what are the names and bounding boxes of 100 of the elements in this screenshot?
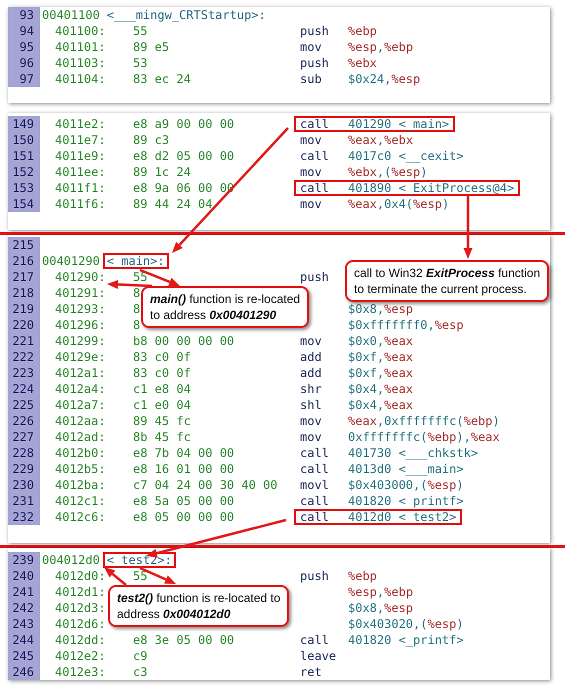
instruction-operands: $0x403020,(%esp) xyxy=(348,618,464,630)
code-address: 4012b5: xyxy=(55,461,106,477)
line-number: 221 xyxy=(8,333,40,349)
instruction-mnemonic: call xyxy=(300,150,329,162)
code-address: 4011e9: xyxy=(55,148,106,164)
instruction-mnemonic: mov xyxy=(300,415,322,427)
instruction-operands: %eax,0xfffffffc(%ebp) xyxy=(348,415,500,427)
code-address: 4012c6: xyxy=(55,509,106,525)
instruction-operands: $0x8,%esp xyxy=(348,303,414,315)
instruction-operands: %eax,%ebx xyxy=(348,134,414,146)
instruction-operands: 4013d0 <___main> xyxy=(348,463,464,475)
byte-codes: 89 c3 xyxy=(133,132,170,148)
code-address: 401103: xyxy=(55,55,106,71)
instruction-operands: %esp,%ebp xyxy=(348,586,414,598)
code-address: 4012e3: xyxy=(55,664,106,680)
code-address: 401100: xyxy=(55,23,106,39)
line-number: 149 xyxy=(8,116,40,132)
line-number: 97 xyxy=(8,71,40,87)
byte-codes: c9 xyxy=(133,648,148,664)
instruction-operands: 401730 <___chkstk> xyxy=(348,447,478,459)
instruction-operands: %ebx,(%esp) xyxy=(348,166,428,178)
instruction-mnemonic: mov xyxy=(300,166,322,178)
code-address: 401296: xyxy=(55,317,106,333)
code-address: 4012e2: xyxy=(55,648,106,664)
instruction-mnemonic: mov xyxy=(300,198,322,210)
instruction-operands: $0x8,%esp xyxy=(348,602,414,614)
byte-codes: e8 7b 04 00 00 xyxy=(133,445,234,461)
instruction-operands: $0x24,%esp xyxy=(348,73,420,85)
line-number: 95 xyxy=(8,39,40,55)
instruction-mnemonic: ret xyxy=(300,666,322,678)
line-number: 246 xyxy=(8,664,40,680)
line-number: 228 xyxy=(8,445,40,461)
byte-codes: e8 d2 05 00 00 xyxy=(133,148,234,164)
label-address: 00401100 xyxy=(42,7,100,23)
instruction-operands: %esp,%ebp xyxy=(348,41,414,53)
byte-codes: 8 xyxy=(133,301,140,317)
code-address: 4011f1: xyxy=(55,180,106,196)
code-address: 4012ad: xyxy=(55,429,106,445)
function-label: <_main>: xyxy=(102,253,169,269)
code-address: 4012d0: xyxy=(55,568,106,584)
instruction-mnemonic: push xyxy=(300,570,329,582)
instruction-operands: %eax,0x4(%esp) xyxy=(348,198,450,210)
line-number: 231 xyxy=(8,493,40,509)
byte-codes: e8 a9 00 00 00 xyxy=(133,116,234,132)
line-number: 220 xyxy=(8,317,40,333)
code-address: 401299: xyxy=(55,333,106,349)
byte-codes: 55 xyxy=(133,568,148,584)
line-number: 96 xyxy=(8,55,40,71)
instruction-operands: 0xfffffffc(%ebp),%eax xyxy=(348,431,500,443)
code-address: 401104: xyxy=(55,71,106,87)
instruction-mnemonic: call xyxy=(300,495,329,507)
instruction-mnemonic: movl xyxy=(300,479,329,491)
code-address: 4012ba: xyxy=(55,477,106,493)
code-address: 4011e7: xyxy=(55,132,106,148)
byte-codes: 89 1c 24 xyxy=(133,164,191,180)
instruction-mnemonic: shl xyxy=(300,399,322,411)
instruction-mnemonic: call xyxy=(300,447,329,459)
code-address: 4012c1: xyxy=(55,493,106,509)
line-number: 242 xyxy=(8,600,40,616)
instruction-mnemonic: push xyxy=(300,25,329,37)
line-number: 225 xyxy=(8,397,40,413)
line-number: 240 xyxy=(8,568,40,584)
instruction-mnemonic: call xyxy=(300,182,329,194)
instruction-operands: 401290 <_main> xyxy=(348,118,450,130)
byte-codes: 83 c0 0f xyxy=(133,365,191,381)
instruction-mnemonic: add xyxy=(300,367,322,379)
line-number: 244 xyxy=(8,632,40,648)
instruction-operands: %ebx xyxy=(348,57,377,69)
line-number: 232 xyxy=(8,509,40,525)
instruction-mnemonic: mov xyxy=(300,134,322,146)
line-number: 150 xyxy=(8,132,40,148)
instruction-mnemonic: add xyxy=(300,351,322,363)
instruction-operands: $0x0,%eax xyxy=(348,335,414,347)
code-address: 4012dd: xyxy=(55,632,106,648)
instruction-operands: $0x4,%eax xyxy=(348,383,414,395)
line-number: 226 xyxy=(8,413,40,429)
line-number: 230 xyxy=(8,477,40,493)
code-address: 4012d3: xyxy=(55,600,106,616)
line-number: 239 xyxy=(8,552,40,568)
callout-note: call to Win32 ExitProcess function to terminate the current process. xyxy=(345,260,550,302)
instruction-operands: 401820 < printf> xyxy=(348,495,464,507)
instruction-mnemonic: push xyxy=(300,57,329,69)
byte-codes: 89 44 24 04 xyxy=(133,196,212,212)
callout-note: main() function is re-located to address 0x00401290 xyxy=(141,286,310,328)
line-number: 151 xyxy=(8,148,40,164)
line-number: 224 xyxy=(8,381,40,397)
line-number: 153 xyxy=(8,180,40,196)
byte-codes: 55 xyxy=(133,269,148,285)
instruction-mnemonic: push xyxy=(300,271,329,283)
code-address: 401291: xyxy=(55,285,106,301)
line-number: 216 xyxy=(8,253,40,269)
byte-codes: c1 e0 04 xyxy=(133,397,191,413)
line-number: 152 xyxy=(8,164,40,180)
line-number: 223 xyxy=(8,365,40,381)
line-number: 241 xyxy=(8,584,40,600)
line-number: 94 xyxy=(8,23,40,39)
line-number: 243 xyxy=(8,616,40,632)
label-address: 004012d0 xyxy=(42,552,100,568)
code-address: 4012a4: xyxy=(55,381,106,397)
byte-codes: e8 3e 05 00 00 xyxy=(133,632,234,648)
